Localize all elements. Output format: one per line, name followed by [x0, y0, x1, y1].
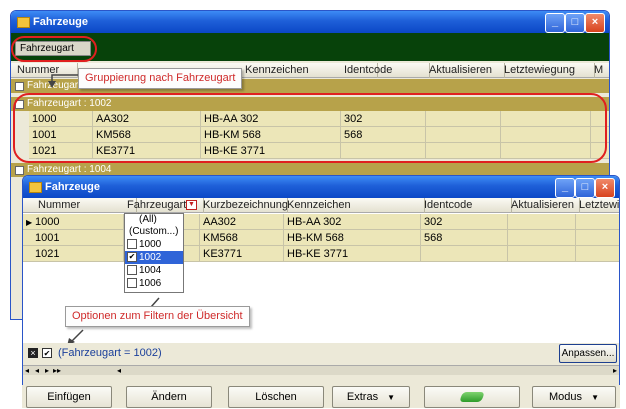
app-icon	[29, 182, 42, 193]
checkbox-icon[interactable]	[127, 265, 137, 276]
back-window-title: Fahrzeuge	[33, 16, 89, 28]
group-highlight	[13, 93, 607, 163]
filter-option[interactable]: 1006	[125, 277, 183, 290]
callout-grouping-text: Gruppierung nach Fahrzeugart	[85, 72, 236, 84]
delete-button[interactable]: Löschen	[228, 386, 324, 408]
cell: 568	[421, 230, 508, 246]
nav-next-icon[interactable]: ▸	[45, 366, 49, 375]
table-row[interactable]: ▶ 1000 AA302 HB-AA 302 302	[23, 214, 619, 230]
checkbox-icon[interactable]	[127, 239, 137, 250]
cell: 1001	[23, 230, 124, 246]
expand-icon[interactable]	[15, 166, 24, 175]
refresh-button[interactable]	[424, 386, 520, 408]
callout-grouping: Gruppierung nach Fahrzeugart	[78, 68, 243, 89]
group-label: Fahrzeugart : 1004	[27, 164, 112, 175]
cell: AA302	[200, 214, 284, 230]
navigator-bar: ◂ ◂ ▸ ▸▸ ◂ ▸	[23, 365, 619, 375]
front-window-title: Fahrzeuge	[45, 181, 101, 193]
cell	[576, 246, 619, 262]
app-icon	[17, 17, 30, 28]
expand-icon[interactable]	[15, 82, 24, 91]
close-icon[interactable]: ×	[585, 13, 605, 33]
checkbox-checked-icon[interactable]: ✔	[127, 252, 137, 263]
cell: HB-AA 302	[284, 214, 421, 230]
mode-label: Modus	[548, 391, 583, 403]
dropdown-arrow-icon: ▼	[591, 393, 599, 402]
cell: HB-KM 568	[284, 230, 421, 246]
filter-option[interactable]: 1004	[125, 264, 183, 277]
cell	[508, 246, 576, 262]
col-header[interactable]: Aktualisieren	[426, 63, 505, 78]
cell	[508, 214, 576, 230]
filter-bar: × ✔ (Fahrzeugart = 1002) Anpassen...	[23, 343, 619, 365]
col-header[interactable]: Kennzeichen	[284, 198, 425, 213]
filter-dropdown-list: (All) (Custom...) 1000 ✔ 1002 1004 1006	[124, 213, 184, 293]
cell	[576, 214, 619, 230]
callout-arrow	[48, 74, 78, 88]
scroll-left-icon[interactable]: ◂	[117, 366, 121, 375]
col-header[interactable]: Nummer	[26, 198, 137, 213]
cell	[508, 230, 576, 246]
col-header[interactable]: Letztewie	[576, 198, 619, 213]
extras-label: Extras	[346, 391, 379, 403]
callout-filter-text: Optionen zum Filtern der Übersicht	[72, 310, 243, 322]
filter-option[interactable]: (Custom...)	[125, 226, 183, 238]
close-icon[interactable]: ×	[595, 178, 615, 198]
extras-button[interactable]: Extras ▼	[332, 386, 410, 408]
cell: 1021	[23, 246, 124, 262]
checkbox-icon[interactable]	[127, 278, 137, 289]
col-header[interactable]: M	[591, 63, 609, 78]
filter-dropdown-icon[interactable]: ▼	[186, 200, 197, 210]
cell: HB-KE 3771	[284, 246, 421, 262]
front-titlebar: Fahrzeuge _ □ ×	[23, 176, 619, 198]
cell: KM568	[200, 230, 284, 246]
filter-option-selected[interactable]: ✔ 1002	[125, 251, 183, 264]
cell	[576, 230, 619, 246]
change-button[interactable]: Ändern	[126, 386, 212, 408]
col-header[interactable]: Kurzbezeichnung	[200, 198, 288, 213]
filter-text: (Fahrzeugart = 1002)	[58, 347, 162, 359]
front-grid-header: Nummer Fahrzeugart ▼ Kurzbezeichnung Ken…	[23, 198, 619, 213]
nav-prev-icon[interactable]: ◂	[35, 366, 39, 375]
scroll-right-icon[interactable]: ▸	[613, 366, 617, 375]
maximize-icon[interactable]: □	[575, 178, 595, 198]
back-titlebar: Fahrzeuge _ □ ×	[11, 11, 609, 33]
table-row[interactable]: 1021 KE3771 HB-KE 3771	[23, 246, 619, 262]
filter-option[interactable]: (All)	[125, 214, 183, 226]
dropdown-arrow-icon: ▼	[387, 393, 396, 402]
clear-filter-icon[interactable]: ×	[28, 348, 38, 358]
front-window: Fahrzeuge _ □ × Nummer Fahrzeugart ▼ Kur…	[22, 175, 620, 408]
filter-active-checkbox[interactable]: ✔	[42, 348, 52, 358]
maximize-icon[interactable]: □	[565, 13, 585, 33]
callout-filter: Optionen zum Filtern der Übersicht	[65, 306, 250, 327]
customize-button[interactable]: Anpassen...	[559, 344, 617, 363]
cell: 1000	[23, 214, 124, 230]
nav-first-icon[interactable]: ◂	[25, 366, 29, 375]
minimize-icon[interactable]: _	[545, 13, 565, 33]
insert-button[interactable]: Einfügen	[26, 386, 112, 408]
minimize-icon[interactable]: _	[555, 178, 575, 198]
group-by-panel	[11, 33, 609, 61]
front-rows: ▶ 1000 AA302 HB-AA 302 302 1001 KM568 HB…	[23, 214, 619, 262]
col-header[interactable]: Letztewiegung	[501, 63, 595, 78]
cell: 302	[421, 214, 508, 230]
cell: KE3771	[200, 246, 284, 262]
cell	[421, 246, 508, 262]
col-header[interactable]: Identcode	[341, 63, 430, 78]
mode-button[interactable]: Modus ▼	[532, 386, 616, 408]
col-header[interactable]: Aktualisieren	[508, 198, 580, 213]
refresh-icon	[459, 392, 485, 402]
table-row[interactable]: 1001 KM568 HB-KM 568 568	[23, 230, 619, 246]
col-header[interactable]: Identcode	[421, 198, 512, 213]
filter-option[interactable]: 1000	[125, 238, 183, 251]
nav-last-icon[interactable]: ▸▸	[53, 366, 61, 375]
